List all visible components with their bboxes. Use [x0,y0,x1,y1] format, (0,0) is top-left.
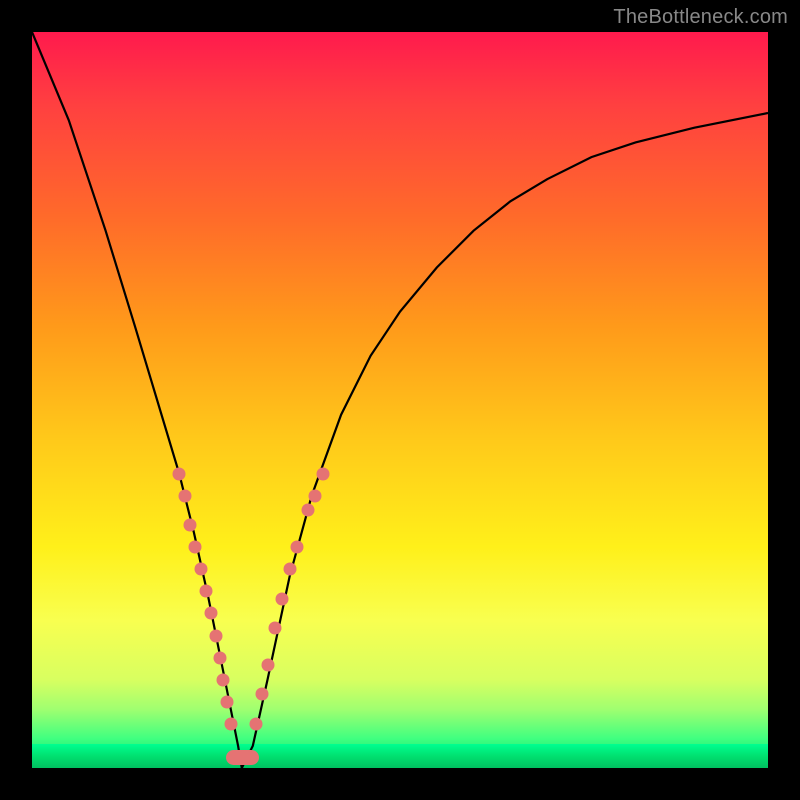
curve-bottom-cluster [226,750,259,765]
chart-frame: TheBottleneck.com [0,0,800,800]
curve-marker [302,504,315,517]
curve-marker [204,607,217,620]
curve-marker [283,563,296,576]
curve-marker [173,467,186,480]
curve-marker [217,673,230,686]
curve-marker [268,622,281,635]
curve-marker [184,519,197,532]
curve-marker [213,651,226,664]
curve-marker [261,658,274,671]
curve-marker [255,688,268,701]
curve-marker [195,563,208,576]
curve-marker [250,717,263,730]
curve-marker [189,541,202,554]
watermark-text: TheBottleneck.com [613,6,788,29]
plot-area [32,32,768,768]
curve-marker [316,467,329,480]
curve-marker [309,489,322,502]
curve-marker [200,585,213,598]
curve-marker [179,489,192,502]
curve-marker [276,592,289,605]
curve-marker [290,541,303,554]
curve-marker [224,717,237,730]
curve-marker [221,695,234,708]
bottleneck-curve [32,32,768,768]
curve-marker [210,629,223,642]
